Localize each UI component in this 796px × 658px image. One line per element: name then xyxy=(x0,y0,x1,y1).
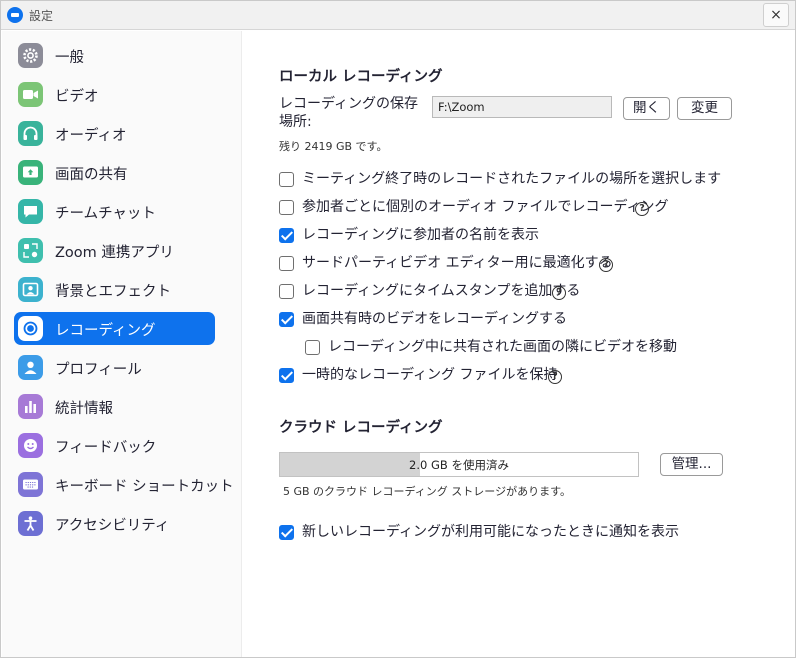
close-button[interactable]: × xyxy=(763,3,789,27)
help-icon[interactable]: ? xyxy=(552,286,566,300)
local-recording-title: ローカル レコーディング xyxy=(279,69,443,85)
sidebar-item-label: プロフィール xyxy=(55,362,142,378)
gear-icon xyxy=(18,43,43,68)
statistics-icon xyxy=(18,394,43,419)
sidebar-item-record[interactable]: レコーディング xyxy=(14,312,215,345)
sidebar-item-label: Zoom 連携アプリ xyxy=(55,245,174,261)
sidebar-item-label: チームチャット xyxy=(55,206,156,222)
recording-option[interactable]: サードパーティビデオ エディター用に最適化する? xyxy=(279,254,709,274)
option-checkbox[interactable] xyxy=(279,284,294,299)
sidebar-item-keyboard[interactable]: キーボード ショートカット xyxy=(14,468,234,501)
sidebar-item-accessibility[interactable]: アクセシビリティ xyxy=(14,507,215,540)
sidebar-item-background[interactable]: 背景とエフェクト xyxy=(14,273,215,306)
keyboard-icon xyxy=(18,472,43,497)
sidebar-item-label: 画面の共有 xyxy=(55,167,128,183)
help-icon[interactable]: ? xyxy=(599,258,613,272)
title-bar: 設定 × xyxy=(1,1,795,30)
cloud-quota-text: 5 GB のクラウド レコーディング ストレージがあります。 xyxy=(283,485,571,498)
option-label: サードパーティビデオ エディター用に最適化する xyxy=(302,255,613,271)
help-icon[interactable]: ? xyxy=(635,202,649,216)
recording-option[interactable]: レコーディング中に共有された画面の隣にビデオを移動 xyxy=(305,338,735,358)
sidebar-item-label: 背景とエフェクト xyxy=(55,284,171,300)
recording-option[interactable]: 一時的なレコーディング ファイルを保持? xyxy=(279,366,709,386)
recording-settings-panel: ローカル レコーディング レコーディングの保存場所: F:\Zoom 開く 変更… xyxy=(243,31,795,657)
window-title: 設定 xyxy=(29,9,54,23)
zoom-logo-icon xyxy=(7,7,23,23)
sidebar-item-share-screen[interactable]: 画面の共有 xyxy=(14,156,215,189)
sidebar-item-label: アクセシビリティ xyxy=(55,518,170,534)
option-checkbox[interactable] xyxy=(279,228,294,243)
sidebar-item-feedback[interactable]: フィードバック xyxy=(14,429,215,462)
notify-new-recording-option[interactable]: 新しいレコーディングが利用可能になったときに通知を表示 xyxy=(279,523,699,543)
recording-option[interactable]: 参加者ごとに個別のオーディオ ファイルでレコーディング? xyxy=(279,198,709,218)
sidebar-item-label: 統計情報 xyxy=(55,401,113,417)
option-label: レコーディングに参加者の名前を表示 xyxy=(302,227,540,243)
background-icon xyxy=(18,277,43,302)
save-location-input[interactable]: F:\Zoom xyxy=(432,96,612,118)
option-checkbox[interactable] xyxy=(279,368,294,383)
help-icon[interactable]: ? xyxy=(548,370,562,384)
option-checkbox[interactable] xyxy=(279,172,294,187)
option-checkbox[interactable] xyxy=(279,200,294,215)
save-location-label: レコーディングの保存場所: xyxy=(279,96,419,130)
feedback-icon xyxy=(18,433,43,458)
record-icon xyxy=(18,316,43,341)
sidebar-item-label: フィードバック xyxy=(55,440,157,456)
sidebar-item-headphones[interactable]: オーディオ xyxy=(14,117,215,150)
settings-window: 設定 × 一般ビデオオーディオ画面の共有チームチャット Zoom 連携アプリ 背景と… xyxy=(0,0,796,658)
sidebar-item-label: 一般 xyxy=(55,50,84,66)
apps-icon xyxy=(18,238,43,263)
settings-sidebar: 一般ビデオオーディオ画面の共有チームチャット Zoom 連携アプリ 背景とエフェクト… xyxy=(2,31,242,657)
video-icon xyxy=(18,82,43,107)
recording-option[interactable]: レコーディングに参加者の名前を表示 xyxy=(279,226,709,246)
share-screen-icon xyxy=(18,160,43,185)
notify-new-recording-label: 新しいレコーディングが利用可能になったときに通知を表示 xyxy=(302,524,680,540)
sidebar-item-profile[interactable]: プロフィール xyxy=(14,351,215,384)
recording-option[interactable]: ミーティング終了時のレコードされたファイルの場所を選択します xyxy=(279,170,721,190)
option-label: ミーティング終了時のレコードされたファイルの場所を選択します xyxy=(302,171,722,187)
sidebar-item-chat[interactable]: チームチャット xyxy=(14,195,215,228)
notify-new-recording-checkbox[interactable] xyxy=(279,525,294,540)
option-label: レコーディングにタイムスタンプを追加する xyxy=(302,283,581,299)
chat-icon xyxy=(18,199,43,224)
cloud-storage-usage-bar: 2.0 GB を使用済み xyxy=(279,452,639,477)
headphones-icon xyxy=(18,121,43,146)
sidebar-item-statistics[interactable]: 統計情報 xyxy=(14,390,215,423)
recording-option[interactable]: 画面共有時のビデオをレコーディングする xyxy=(279,310,709,330)
manage-cloud-button[interactable]: 管理... xyxy=(660,453,723,476)
option-checkbox[interactable] xyxy=(305,340,320,355)
sidebar-item-video[interactable]: ビデオ xyxy=(14,78,215,111)
sidebar-item-label: レコーディング xyxy=(55,323,156,339)
option-checkbox[interactable] xyxy=(279,256,294,271)
option-label: レコーディング中に共有された画面の隣にビデオを移動 xyxy=(328,339,678,355)
remaining-space-text: 残り 2419 GB です。 xyxy=(279,140,388,153)
open-folder-button[interactable]: 開く xyxy=(623,97,670,120)
accessibility-icon xyxy=(18,511,43,536)
sidebar-item-gear[interactable]: 一般 xyxy=(14,39,215,72)
sidebar-item-label: オーディオ xyxy=(55,128,127,144)
change-folder-button[interactable]: 変更 xyxy=(677,97,732,120)
recording-option[interactable]: レコーディングにタイムスタンプを追加する? xyxy=(279,282,709,302)
cloud-storage-usage-text: 2.0 GB を使用済み xyxy=(409,458,509,472)
sidebar-item-apps[interactable]: Zoom 連携アプリ xyxy=(14,234,215,267)
option-label: 画面共有時のビデオをレコーディングする xyxy=(302,311,568,327)
profile-icon xyxy=(18,355,43,380)
sidebar-item-label: ビデオ xyxy=(55,89,99,105)
option-label: 参加者ごとに個別のオーディオ ファイルでレコーディング xyxy=(302,199,669,215)
option-checkbox[interactable] xyxy=(279,312,294,327)
sidebar-item-label: キーボード ショートカット xyxy=(55,479,234,495)
option-label: 一時的なレコーディング ファイルを保持 xyxy=(302,367,558,383)
cloud-recording-title: クラウド レコーディング xyxy=(279,420,443,436)
